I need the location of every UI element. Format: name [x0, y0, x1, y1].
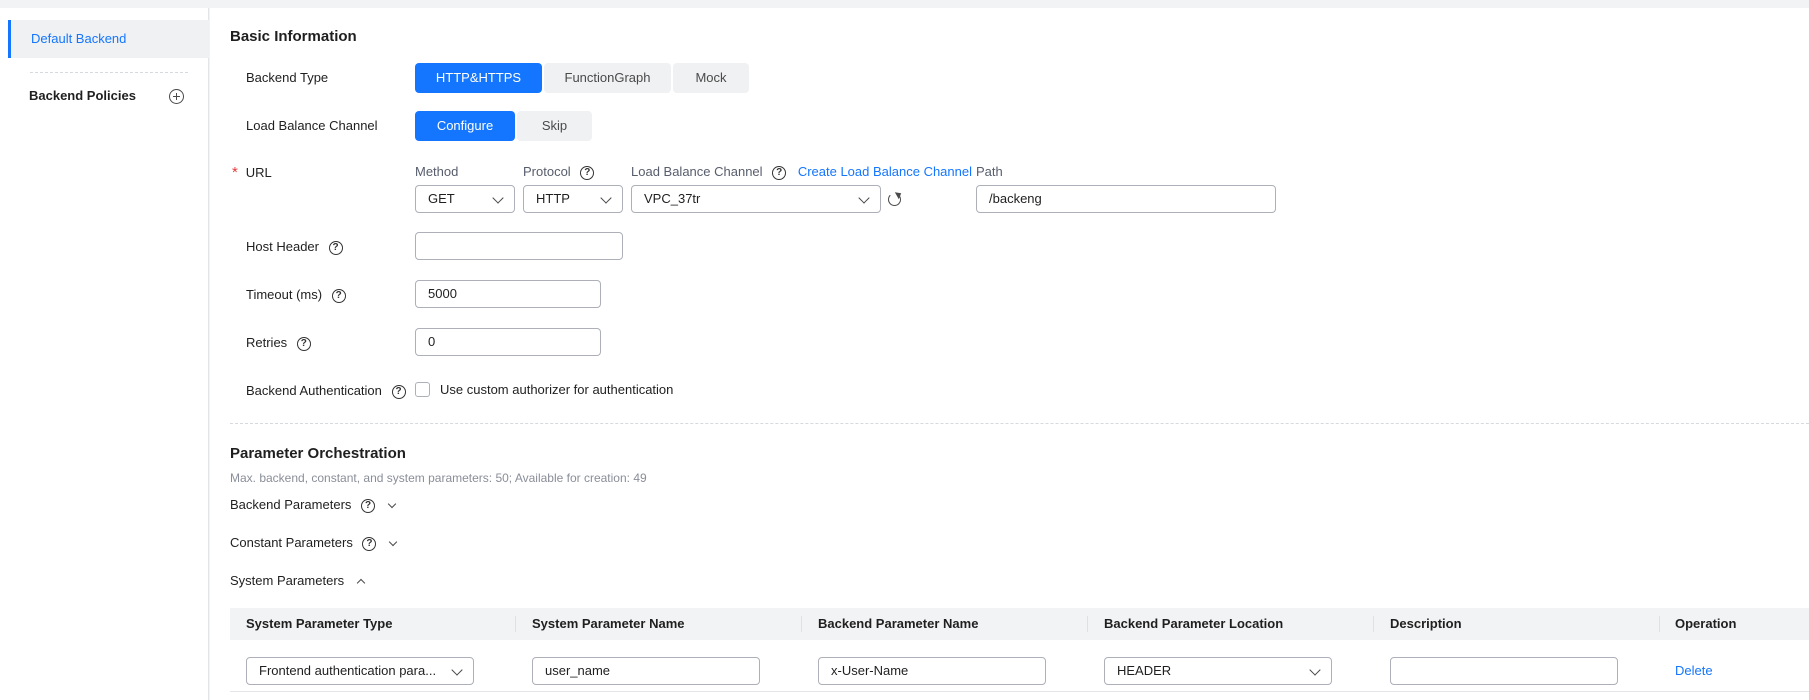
sidebar-item-label: Default Backend — [31, 31, 127, 46]
retries-label: Retries — [246, 335, 288, 350]
help-icon[interactable]: ? — [580, 165, 595, 180]
description-input[interactable] — [1390, 657, 1618, 685]
lbc-label: Load Balance Channel — [631, 164, 763, 179]
chevron-down-icon — [451, 664, 463, 676]
sidebar-item-backend-policies: Backend Policies — [29, 88, 136, 103]
chevron-down-icon — [1309, 664, 1321, 676]
system-params-toggle[interactable]: System Parameters — [230, 573, 366, 588]
url-label-row: * URL — [232, 164, 272, 181]
chevron-up-icon — [356, 578, 366, 588]
system-param-name-input[interactable]: user_name — [532, 657, 760, 685]
delete-link[interactable]: Delete — [1675, 663, 1713, 678]
sidebar: Default Backend Backend Policies — [0, 8, 209, 700]
lb-channel-configure[interactable]: Configure — [415, 111, 515, 141]
main-panel: Basic Information Backend Type HTTP&HTTP… — [210, 8, 1809, 700]
path-label: Path — [976, 164, 1003, 179]
param-hint: Max. backend, constant, and system param… — [230, 471, 647, 485]
section-divider — [230, 423, 1809, 424]
table-row: Frontend authentication para... user_nam… — [230, 640, 1809, 692]
constant-params-label: Constant Parameters — [230, 535, 353, 550]
retries-label-row: Retries ? — [246, 335, 311, 351]
add-policy-plus-icon[interactable] — [169, 89, 184, 104]
method-value: GET — [428, 191, 455, 206]
lb-channel-skip[interactable]: Skip — [517, 111, 592, 141]
protocol-value: HTTP — [536, 191, 570, 206]
required-marker: * — [232, 164, 238, 181]
lb-channel-label: Load Balance Channel — [246, 118, 378, 133]
backend-auth-label: Backend Authentication — [246, 383, 382, 398]
backend-param-name-input[interactable]: x-User-Name — [818, 657, 1046, 685]
backend-param-location-value: HEADER — [1117, 663, 1172, 678]
path-input[interactable]: /backeng — [976, 185, 1276, 213]
chevron-down-icon — [600, 192, 612, 204]
host-header-input[interactable] — [415, 232, 623, 260]
retries-input[interactable]: 0 — [415, 328, 601, 356]
create-lbc-link[interactable]: Create Load Balance Channel — [798, 164, 972, 179]
help-icon[interactable]: ? — [328, 240, 343, 255]
refresh-icon[interactable] — [888, 193, 901, 206]
column-header: Backend Parameter Name — [818, 616, 979, 631]
column-separator — [1659, 616, 1660, 632]
basic-info-title: Basic Information — [230, 28, 357, 45]
help-icon[interactable]: ? — [362, 536, 377, 551]
protocol-select[interactable]: HTTP — [523, 185, 623, 213]
backend-params-label: Backend Parameters — [230, 497, 352, 512]
backend-type-mock[interactable]: Mock — [673, 63, 749, 93]
top-strip — [0, 0, 1809, 8]
custom-auth-text: Use custom authorizer for authentication — [440, 382, 674, 397]
sidebar-item-default-backend[interactable]: Default Backend — [8, 20, 209, 58]
lbc-select[interactable]: VPC_37tr — [631, 185, 881, 213]
column-header: System Parameter Name — [532, 616, 685, 631]
protocol-label-row: Protocol ? — [523, 164, 595, 180]
timeout-input[interactable]: 5000 — [415, 280, 601, 308]
column-header: Backend Parameter Location — [1104, 616, 1284, 631]
chevron-down-icon — [858, 192, 870, 204]
host-header-label: Host Header — [246, 239, 319, 254]
system-param-type-select[interactable]: Frontend authentication para... — [246, 657, 474, 685]
backend-auth-label-row: Backend Authentication ? — [246, 383, 406, 399]
column-separator — [1373, 616, 1374, 632]
column-header: System Parameter Type — [246, 616, 393, 631]
constant-params-toggle[interactable]: Constant Parameters ? — [230, 535, 398, 551]
chevron-down-icon — [387, 499, 396, 509]
timeout-label-row: Timeout (ms) ? — [246, 287, 346, 303]
protocol-label: Protocol — [523, 164, 571, 179]
url-label: URL — [245, 165, 272, 180]
sidebar-divider — [30, 72, 188, 73]
timeout-label: Timeout (ms) — [246, 287, 323, 302]
help-icon[interactable]: ? — [331, 288, 346, 303]
system-params-label: System Parameters — [230, 573, 345, 588]
custom-auth-checkbox[interactable] — [415, 382, 430, 397]
column-separator — [801, 616, 802, 632]
host-header-label-row: Host Header ? — [246, 239, 343, 255]
backend-type-http-https[interactable]: HTTP&HTTPS — [415, 63, 542, 93]
method-label: Method — [415, 164, 459, 179]
lbc-label-row: Load Balance Channel ? Create Load Balan… — [631, 164, 972, 180]
help-icon[interactable]: ? — [296, 336, 311, 351]
help-icon[interactable]: ? — [391, 384, 406, 399]
chevron-down-icon — [388, 537, 398, 547]
system-param-type-value: Frontend authentication para... — [259, 663, 437, 678]
backend-params-toggle[interactable]: Backend Parameters ? — [230, 497, 396, 513]
column-separator — [1087, 616, 1088, 632]
param-orchestration-title: Parameter Orchestration — [230, 445, 406, 462]
column-header: Operation — [1675, 616, 1737, 631]
method-select[interactable]: GET — [415, 185, 515, 213]
lbc-value: VPC_37tr — [644, 191, 701, 206]
system-params-table-header: System Parameter Type System Parameter N… — [230, 608, 1809, 640]
chevron-down-icon — [492, 192, 504, 204]
help-icon[interactable]: ? — [361, 498, 376, 513]
column-separator — [515, 616, 516, 632]
backend-param-location-select[interactable]: HEADER — [1104, 657, 1332, 685]
backend-type-functiongraph[interactable]: FunctionGraph — [544, 63, 671, 93]
column-header: Description — [1390, 616, 1462, 631]
backend-type-label: Backend Type — [246, 70, 329, 85]
help-icon[interactable]: ? — [772, 165, 787, 180]
